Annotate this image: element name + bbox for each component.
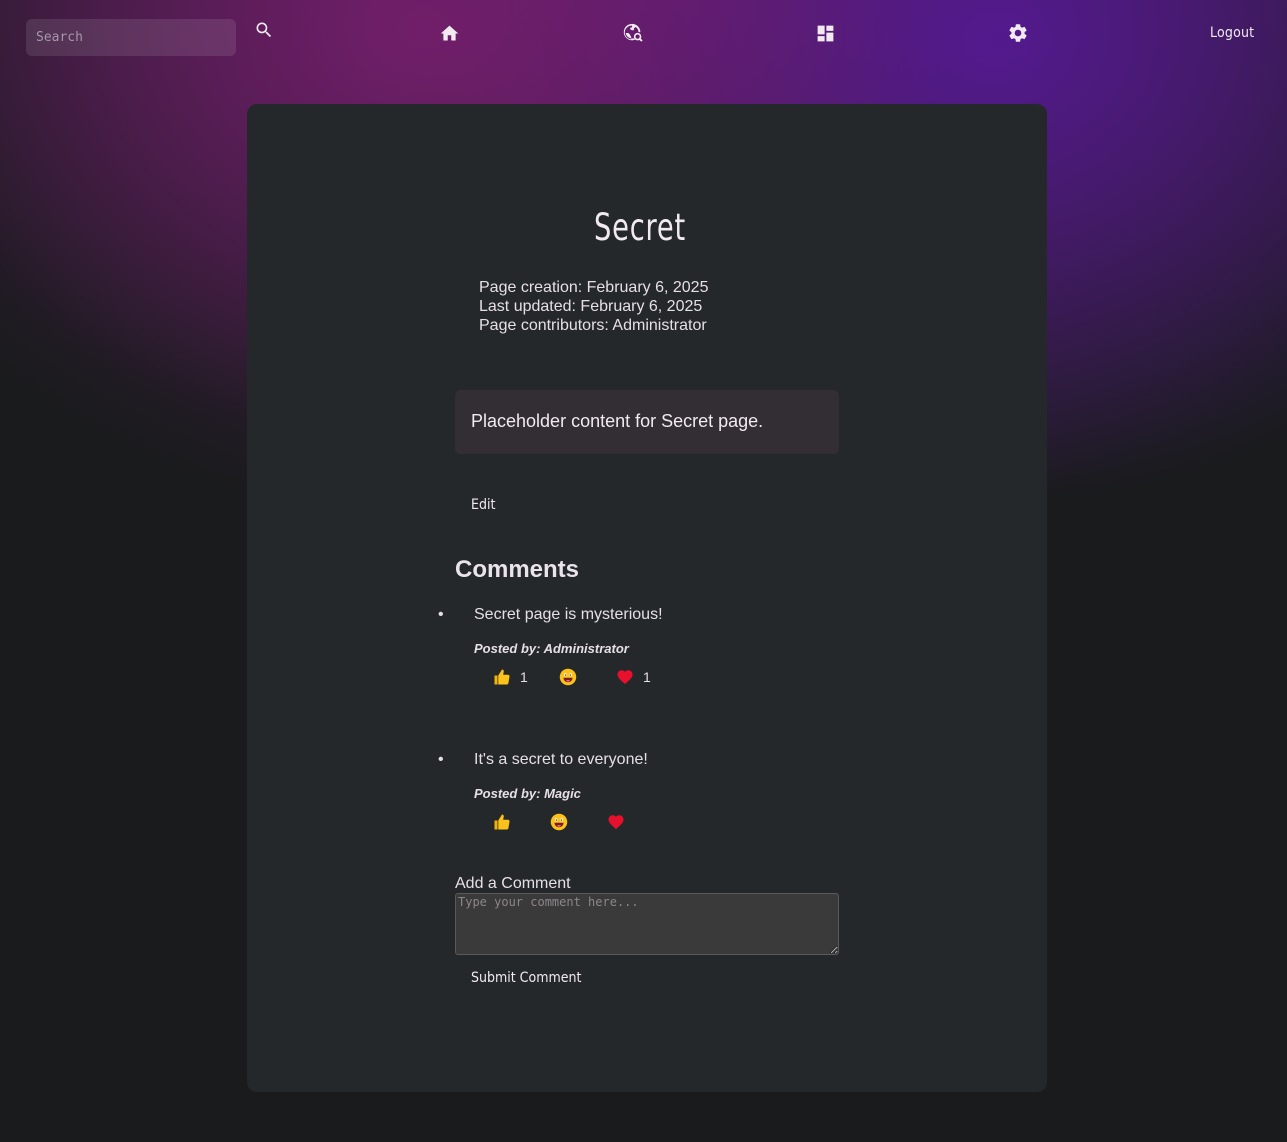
settings-icon[interactable] xyxy=(1007,22,1029,44)
comments-heading: Comments xyxy=(455,556,580,583)
page-content: Placeholder content for Secret page. xyxy=(455,390,839,454)
comment-textarea[interactable] xyxy=(455,893,839,955)
submit-comment-button[interactable]: Submit Comment xyxy=(471,970,581,986)
thumbs-up-reaction-button[interactable]: 1 xyxy=(493,668,528,686)
logout-button[interactable]: Logout xyxy=(1210,25,1254,41)
page-last-updated: Last updated: February 6, 2025 xyxy=(479,298,703,315)
list-bullet: • xyxy=(438,606,444,623)
page-contributors: Page contributors: Administrator xyxy=(479,317,707,334)
laughing-face-icon xyxy=(550,813,568,831)
top-navbar: Logout xyxy=(0,0,1287,70)
heart-icon xyxy=(607,813,625,831)
home-icon[interactable] xyxy=(439,23,460,44)
laugh-reaction-button[interactable] xyxy=(559,668,586,686)
heart-reaction-button[interactable]: 1 xyxy=(616,668,651,686)
page-title: Secret xyxy=(593,206,687,249)
page-content-panel: Secret Page creation: February 6, 2025 L… xyxy=(415,164,865,1034)
comment-author: Posted by: Magic xyxy=(474,786,581,801)
reaction-count: 1 xyxy=(643,669,651,685)
thumbs-up-icon xyxy=(493,668,511,686)
explore-icon[interactable] xyxy=(621,22,645,44)
comment-text: It's a secret to everyone! xyxy=(474,751,648,768)
thumbs-up-icon xyxy=(493,813,511,831)
laughing-face-icon xyxy=(559,668,577,686)
page-meta: Page creation: February 6, 2025 Last upd… xyxy=(479,278,708,335)
search-input[interactable] xyxy=(26,19,236,56)
edit-button[interactable]: Edit xyxy=(471,497,495,513)
heart-reaction-button[interactable] xyxy=(607,813,634,831)
list-bullet: • xyxy=(438,751,444,768)
thumbs-up-reaction-button[interactable] xyxy=(493,813,520,831)
reaction-count: 1 xyxy=(520,669,528,685)
comment-author: Posted by: Administrator xyxy=(474,641,629,656)
comment-text: Secret page is mysterious! xyxy=(474,606,663,623)
add-comment-label: Add a Comment xyxy=(455,875,571,892)
laugh-reaction-button[interactable] xyxy=(550,813,577,831)
page-creation-date: Page creation: February 6, 2025 xyxy=(479,279,709,296)
page-card: Secret Page creation: February 6, 2025 L… xyxy=(247,104,1047,1092)
heart-icon xyxy=(616,668,634,686)
dashboard-icon[interactable] xyxy=(815,23,836,44)
search-icon[interactable] xyxy=(254,20,274,40)
